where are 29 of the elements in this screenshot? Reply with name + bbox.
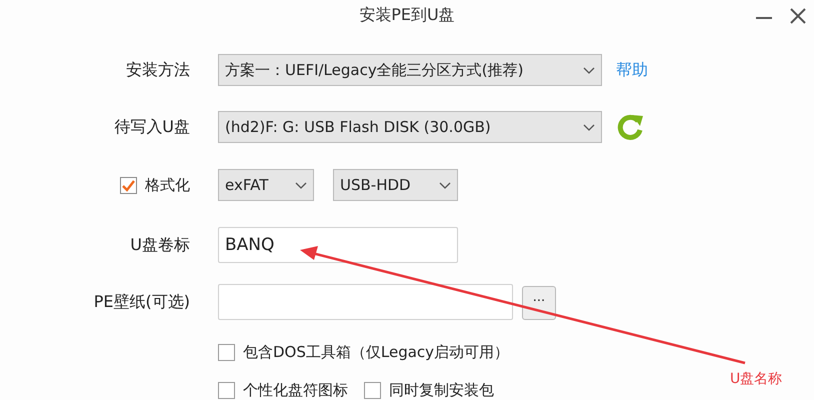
option-label: 同时复制安装包 <box>389 380 494 400</box>
field-label: PE壁纸(可选) <box>94 292 190 312</box>
window-title: 安装PE到U盘 <box>359 4 455 26</box>
field-label: U盘卷标 <box>130 234 190 256</box>
wallpaper-field[interactable] <box>218 284 513 320</box>
field-label: 待写入U盘 <box>114 116 190 138</box>
checkbox[interactable] <box>218 382 235 398</box>
field-label: 安装方法 <box>126 60 190 80</box>
option-label: 包含DOS工具箱（仅Legacy启动可用） <box>243 342 510 362</box>
filesystem-dropdown[interactable]: exFAT <box>218 169 314 201</box>
browse-button[interactable]: ... <box>522 286 556 320</box>
chevron-down-icon <box>295 180 307 190</box>
volume-label-field[interactable]: BANQ <box>218 227 458 263</box>
option-label: 个性化盘符图标 <box>243 380 348 400</box>
mode-dropdown[interactable]: USB-HDD <box>333 169 458 201</box>
checkmark-icon <box>121 178 136 192</box>
annotation-text: U盘名称 <box>730 370 782 388</box>
checkbox[interactable] <box>120 176 137 194</box>
format-label: 格式化 <box>145 176 190 194</box>
help-link[interactable]: 帮助 <box>616 60 648 80</box>
close-icon[interactable] <box>788 6 808 26</box>
refresh-icon[interactable] <box>616 112 646 142</box>
chevron-down-icon <box>439 180 451 190</box>
method-dropdown[interactable]: 方案一：UEFI/Legacy全能三分区方式(推荐) <box>218 54 602 86</box>
checkbox[interactable] <box>218 344 235 360</box>
chevron-down-icon <box>583 66 595 74</box>
disk-dropdown[interactable]: (hd2)F: G: USB Flash DISK (30.0GB) <box>218 111 602 143</box>
chevron-down-icon <box>583 122 595 132</box>
checkbox[interactable] <box>364 382 381 398</box>
